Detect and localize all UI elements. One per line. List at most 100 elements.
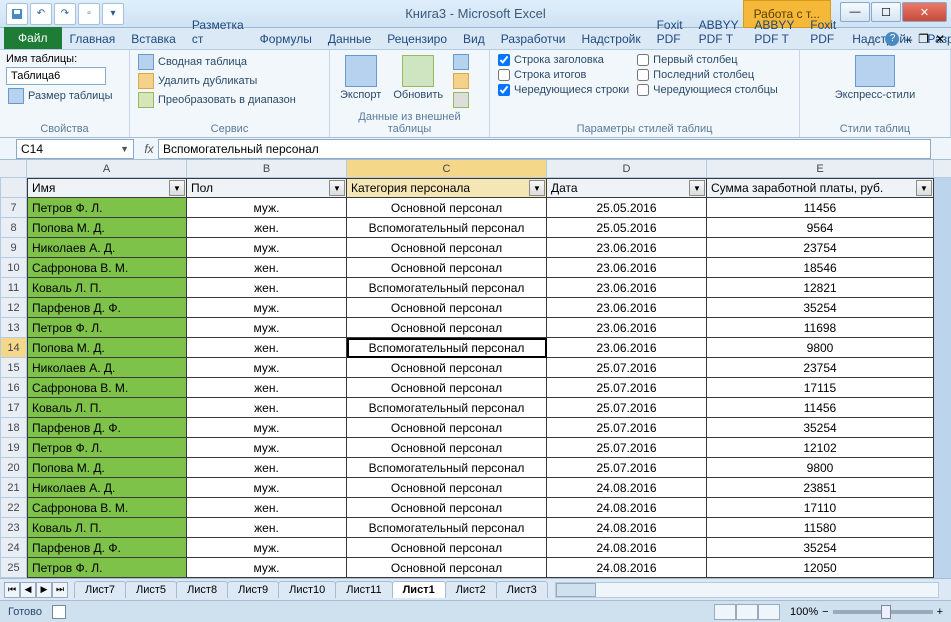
ribbon-tab-2[interactable]: Разметка ст — [184, 15, 252, 49]
cell-name[interactable]: Коваль Л. П. — [27, 398, 187, 418]
view-page-break[interactable] — [758, 604, 780, 620]
filter-button-3[interactable]: ▼ — [689, 180, 705, 196]
cell-name[interactable]: Коваль Л. П. — [27, 518, 187, 538]
cell-sum[interactable]: 23754 — [707, 238, 934, 258]
cell-gender[interactable]: муж. — [187, 478, 347, 498]
cell-category[interactable]: Основной персонал — [347, 258, 547, 278]
cell-date[interactable]: 25.05.2016 — [547, 218, 707, 238]
cell-name[interactable]: Парфенов Д. Ф. — [27, 538, 187, 558]
cell-category[interactable]: Вспомогательный персонал — [347, 458, 547, 478]
cell-category[interactable]: Основной персонал — [347, 318, 547, 338]
cell-name[interactable]: Попова М. Д. — [27, 458, 187, 478]
col-header-B[interactable]: B — [187, 160, 347, 177]
cell-name[interactable]: Коваль Л. П. — [27, 278, 187, 298]
zoom-slider[interactable] — [833, 610, 933, 614]
ext-prop-icon[interactable] — [451, 53, 471, 71]
refresh-button[interactable]: Обновить — [389, 53, 447, 109]
cell-name[interactable]: Сафронова В. М. — [27, 258, 187, 278]
table-header-0[interactable]: Имя▼ — [27, 178, 187, 198]
cell-sum[interactable]: 23851 — [707, 478, 934, 498]
cell-sum[interactable]: 11456 — [707, 398, 934, 418]
cell-category[interactable]: Вспомогательный персонал — [347, 338, 547, 358]
cell-date[interactable]: 24.08.2016 — [547, 518, 707, 538]
ribbon-tab-8[interactable]: Надстройк — [573, 29, 648, 49]
row-header-15[interactable]: 15 — [0, 358, 27, 378]
cell-gender[interactable]: жен. — [187, 378, 347, 398]
cell-name[interactable]: Петров Ф. Л. — [27, 198, 187, 218]
cell-category[interactable]: Вспомогательный персонал — [347, 518, 547, 538]
ribbon-tab-5[interactable]: Рецензиро — [379, 29, 455, 49]
cell-date[interactable]: 25.07.2016 — [547, 398, 707, 418]
cell-name[interactable]: Николаев А. Д. — [27, 478, 187, 498]
cell-gender[interactable]: жен. — [187, 498, 347, 518]
macro-record-icon[interactable] — [52, 605, 66, 619]
cell-category[interactable]: Вспомогательный персонал — [347, 218, 547, 238]
cell-gender[interactable]: муж. — [187, 538, 347, 558]
style-option-5[interactable]: Чередующиеся столбцы — [635, 83, 780, 97]
qat-undo[interactable]: ↶ — [30, 3, 52, 25]
row-header-13[interactable]: 13 — [0, 318, 27, 338]
qat-redo[interactable]: ↷ — [54, 3, 76, 25]
style-option-3[interactable]: Первый столбец — [635, 53, 780, 67]
style-option-checkbox-0[interactable] — [498, 54, 510, 66]
table-header-4[interactable]: Сумма заработной платы, руб.▼ — [707, 178, 934, 198]
cell-sum[interactable]: 17115 — [707, 378, 934, 398]
export-button[interactable]: Экспорт — [336, 53, 385, 109]
filter-button-4[interactable]: ▼ — [916, 180, 932, 196]
cell-date[interactable]: 23.06.2016 — [547, 278, 707, 298]
row-header-18[interactable]: 18 — [0, 418, 27, 438]
zoom-out-icon[interactable]: − — [822, 606, 828, 618]
ext-open-icon[interactable] — [451, 72, 471, 90]
doc-minimize-icon[interactable]: – — [905, 32, 912, 46]
minimize-button[interactable]: — — [840, 2, 870, 22]
sheet-tab-Лист10[interactable]: Лист10 — [278, 581, 336, 598]
doc-restore-icon[interactable]: ❐ — [918, 32, 929, 46]
row-header-10[interactable]: 10 — [0, 258, 27, 278]
sheet-tab-Лист1[interactable]: Лист1 — [392, 581, 446, 598]
cell-name[interactable]: Николаев А. Д. — [27, 358, 187, 378]
cell-date[interactable]: 24.08.2016 — [547, 498, 707, 518]
ribbon-tab-1[interactable]: Вставка — [123, 29, 184, 49]
style-option-checkbox-5[interactable] — [637, 84, 649, 96]
cell-gender[interactable]: жен. — [187, 258, 347, 278]
select-all-corner[interactable] — [0, 160, 27, 177]
help-icon[interactable]: ? — [885, 32, 899, 46]
view-normal[interactable] — [714, 604, 736, 620]
row-header-9[interactable]: 9 — [0, 238, 27, 258]
cell-date[interactable]: 25.07.2016 — [547, 438, 707, 458]
file-tab[interactable]: Файл — [4, 27, 62, 49]
close-button[interactable]: ✕ — [902, 2, 947, 22]
cell-date[interactable]: 25.07.2016 — [547, 358, 707, 378]
cell-sum[interactable]: 9800 — [707, 458, 934, 478]
filter-button-2[interactable]: ▼ — [529, 180, 545, 196]
zoom-level[interactable]: 100% — [790, 606, 818, 618]
cell-gender[interactable]: муж. — [187, 558, 347, 578]
sheet-tab-Лист2[interactable]: Лист2 — [445, 581, 497, 598]
cell-date[interactable]: 25.07.2016 — [547, 418, 707, 438]
cell-date[interactable]: 24.08.2016 — [547, 538, 707, 558]
cell-sum[interactable]: 12050 — [707, 558, 934, 578]
cell-name[interactable]: Петров Ф. Л. — [27, 558, 187, 578]
row-header-11[interactable]: 11 — [0, 278, 27, 298]
cell-date[interactable]: 23.06.2016 — [547, 238, 707, 258]
sheet-tab-Лист7[interactable]: Лист7 — [74, 581, 126, 598]
filter-button-1[interactable]: ▼ — [329, 180, 345, 196]
style-option-1[interactable]: Строка итогов — [496, 68, 631, 82]
zoom-in-icon[interactable]: + — [937, 606, 943, 618]
row-header-24[interactable]: 24 — [0, 538, 27, 558]
row-header-21[interactable]: 21 — [0, 478, 27, 498]
cell-sum[interactable]: 18546 — [707, 258, 934, 278]
cell-gender[interactable]: муж. — [187, 358, 347, 378]
style-option-2[interactable]: Чередующиеся строки — [496, 83, 631, 97]
cell-category[interactable]: Основной персонал — [347, 438, 547, 458]
pivot-table-button[interactable]: Сводная таблица — [136, 53, 298, 71]
col-header-C[interactable]: C — [347, 160, 547, 177]
cell-date[interactable]: 25.07.2016 — [547, 378, 707, 398]
convert-range-button[interactable]: Преобразовать в диапазон — [136, 91, 298, 109]
cell-name[interactable]: Попова М. Д. — [27, 218, 187, 238]
style-option-checkbox-1[interactable] — [498, 69, 510, 81]
row-header-12[interactable]: 12 — [0, 298, 27, 318]
cell-date[interactable]: 24.08.2016 — [547, 558, 707, 578]
cell-sum[interactable]: 35254 — [707, 298, 934, 318]
cell-name[interactable]: Петров Ф. Л. — [27, 318, 187, 338]
